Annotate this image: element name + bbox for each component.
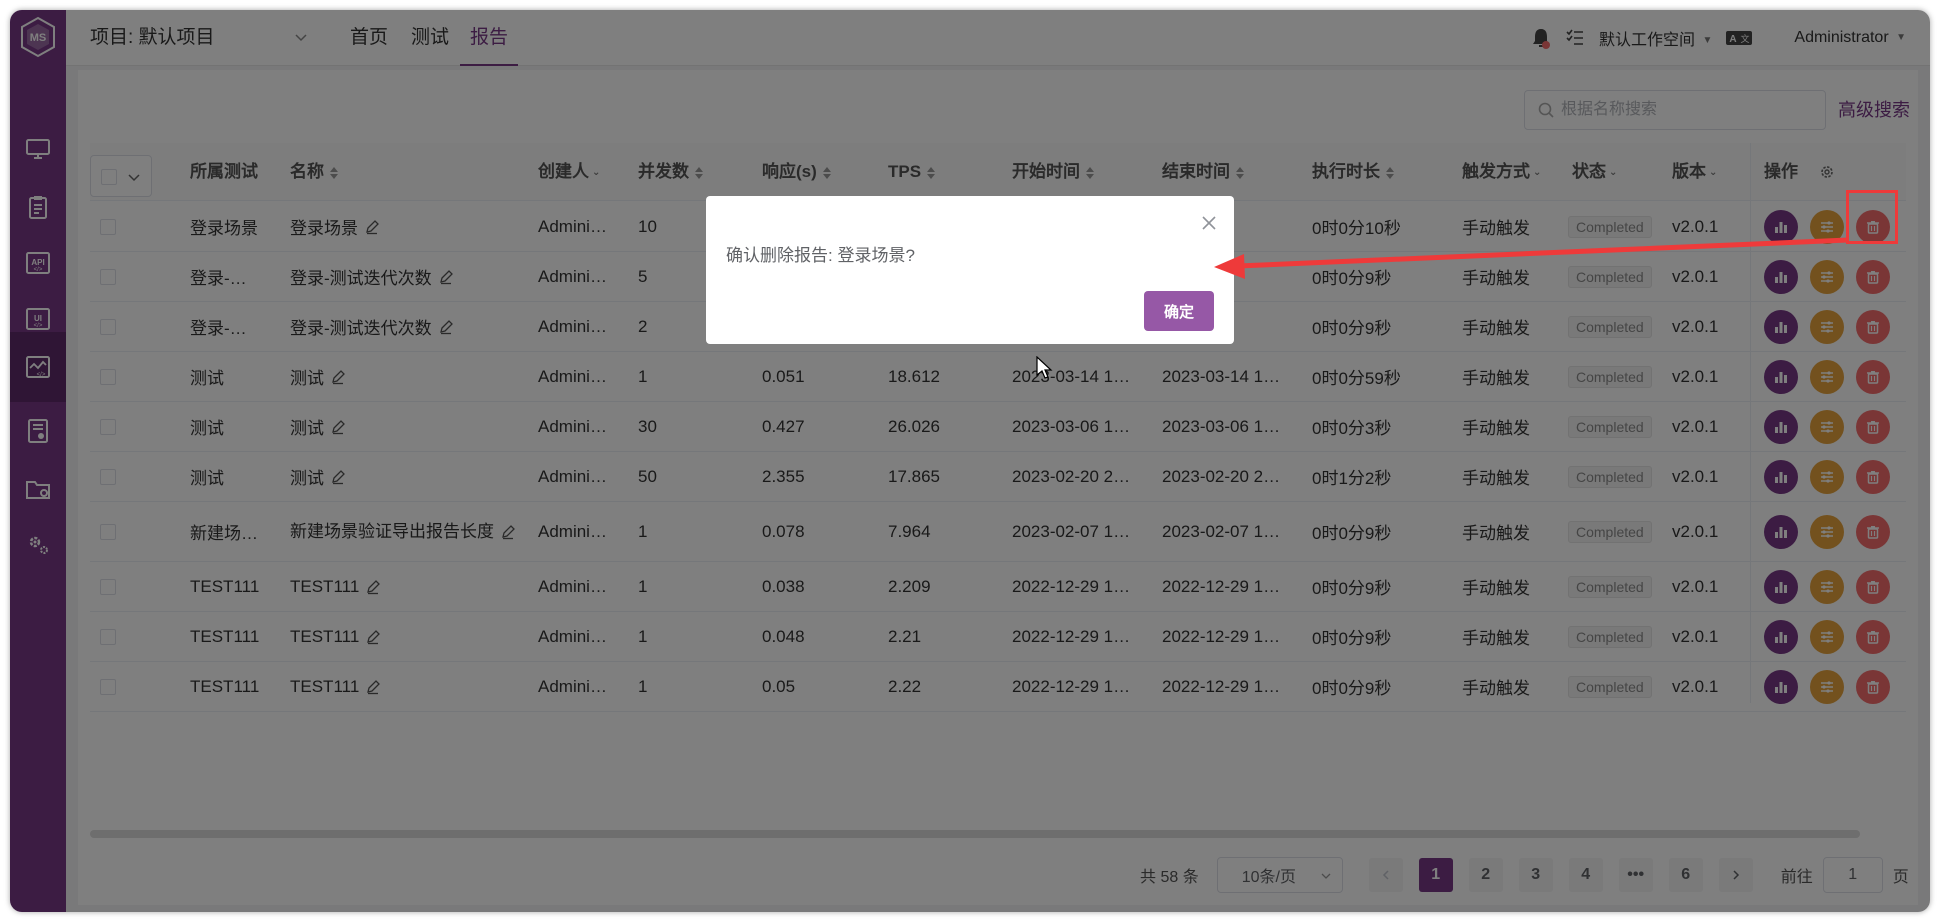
delete-confirm-dialog: 确认删除报告: 登录场景? 确定 (706, 196, 1234, 344)
mouse-cursor-icon (1036, 356, 1053, 379)
app-window: MS API</> UI</> </> 项目: 默认项目 首页 测试 (10, 10, 1930, 912)
modal-overlay[interactable] (10, 10, 1930, 912)
highlight-box (1846, 190, 1898, 244)
confirm-button[interactable]: 确定 (1144, 291, 1214, 331)
dialog-message: 确认删除报告: 登录场景? (726, 246, 915, 265)
close-icon[interactable] (1202, 216, 1216, 230)
